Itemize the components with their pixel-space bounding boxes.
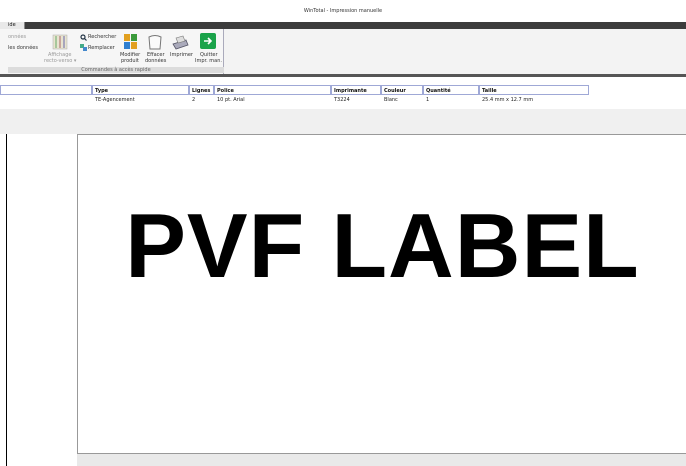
printer-icon	[172, 35, 189, 50]
label-preview-canvas[interactable]: PVF LABEL	[77, 134, 686, 454]
ribbon-group-caption: Commandes à accès rapide	[8, 67, 224, 73]
quit-icon	[200, 33, 216, 49]
column-header-lignes[interactable]: Lignes	[189, 85, 214, 95]
column-header-police[interactable]: Police	[214, 85, 331, 95]
effacer-donnees-icon	[148, 35, 162, 50]
ribbon: onnées les données Affichage recto-verso…	[0, 29, 686, 74]
cell-quantite[interactable]: 1	[424, 96, 429, 104]
menu-bar: ide	[0, 22, 686, 29]
search-icon	[80, 34, 87, 41]
modifier-sub-label[interactable]: produit	[121, 58, 139, 64]
cell-type[interactable]: TE-Agencement	[93, 96, 135, 104]
cell-lignes[interactable]: 2	[190, 96, 195, 104]
cell-taille[interactable]: 25.4 mm x 12.7 mm	[480, 96, 533, 104]
modifier-produit-icon	[124, 34, 137, 49]
left-panel-divider[interactable]	[6, 134, 7, 466]
column-header-imprimante[interactable]: Imprimante	[331, 85, 381, 95]
rechercher-button[interactable]: Rechercher	[88, 34, 116, 40]
cell-couleur[interactable]: Blanc	[382, 96, 398, 104]
ribbon-truncated-label: onnées	[8, 34, 27, 40]
toolbar-gap	[0, 109, 686, 134]
cell-police[interactable]: 10 pt. Arial	[215, 96, 245, 104]
left-panel	[0, 134, 77, 466]
ribbon-group-quick-commands: onnées les données Affichage recto-verso…	[0, 29, 224, 74]
label-grid: Type Lignes Police Imprimante Couleur Qu…	[0, 77, 686, 109]
column-header-couleur[interactable]: Couleur	[381, 85, 423, 95]
column-header-blank	[0, 85, 92, 95]
effacer-sub-label[interactable]: données	[145, 58, 166, 64]
column-header-quantite[interactable]: Quantité	[423, 85, 479, 95]
imprimer-button[interactable]: Imprimer	[170, 52, 193, 58]
window-title: WinTotal - Impression manuelle	[303, 8, 383, 14]
column-header-type[interactable]: Type	[92, 85, 189, 95]
quitter-sub-label[interactable]: Impr. man.	[195, 58, 222, 64]
remplacer-button[interactable]: Remplacer	[88, 45, 115, 51]
title-bar: WinTotal - Impression manuelle	[0, 0, 686, 22]
les-donnees-button[interactable]: les données	[8, 45, 38, 51]
affichage-icon	[52, 34, 68, 50]
cell-imprimante[interactable]: T3224	[332, 96, 350, 104]
affichage-sub-label[interactable]: recto-verso ▾	[44, 58, 76, 64]
menu-tab-aide[interactable]: ide	[0, 22, 25, 29]
column-header-taille[interactable]: Taille	[479, 85, 589, 95]
replace-icon	[80, 44, 87, 51]
status-bar	[77, 454, 686, 466]
label-preview-text: PVF LABEL	[125, 196, 640, 297]
